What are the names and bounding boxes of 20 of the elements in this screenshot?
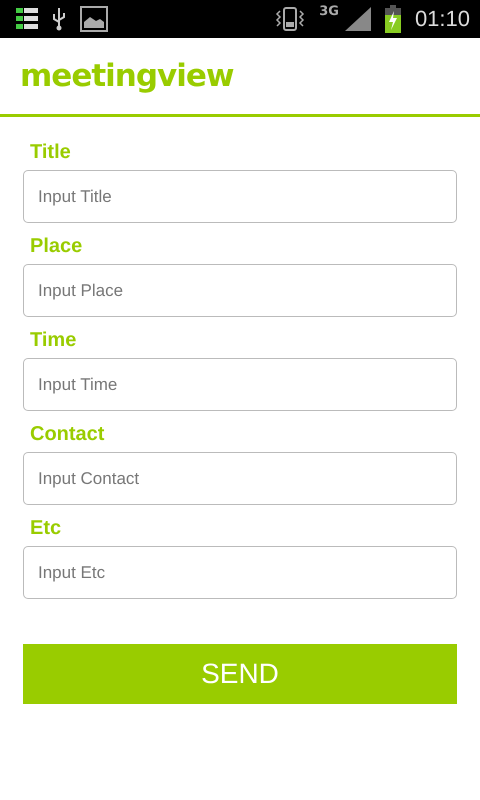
field-label: Etc — [30, 517, 62, 540]
list-icon — [16, 8, 38, 30]
battery-icon — [384, 5, 401, 33]
image-icon — [80, 6, 108, 32]
logo: meetingview — [20, 58, 234, 94]
field-label: Place — [30, 235, 84, 258]
input-field[interactable]: Input Contact — [23, 452, 457, 505]
input-field[interactable]: Input Time — [23, 358, 457, 411]
send-button[interactable]: SEND — [23, 644, 457, 704]
input-field[interactable]: Input Title — [23, 170, 457, 223]
signal-icon — [344, 7, 371, 31]
network-type: 3G — [319, 5, 339, 18]
input-field[interactable]: Input Place — [23, 264, 457, 317]
field-label: Time — [30, 329, 78, 352]
input-field[interactable]: Input Etc — [23, 546, 457, 599]
usb-icon — [52, 7, 66, 31]
field-label: Title — [30, 141, 72, 164]
clock: 01:10 — [414, 6, 470, 32]
vibrate-icon — [275, 6, 306, 32]
field-label: Contact — [30, 423, 106, 446]
